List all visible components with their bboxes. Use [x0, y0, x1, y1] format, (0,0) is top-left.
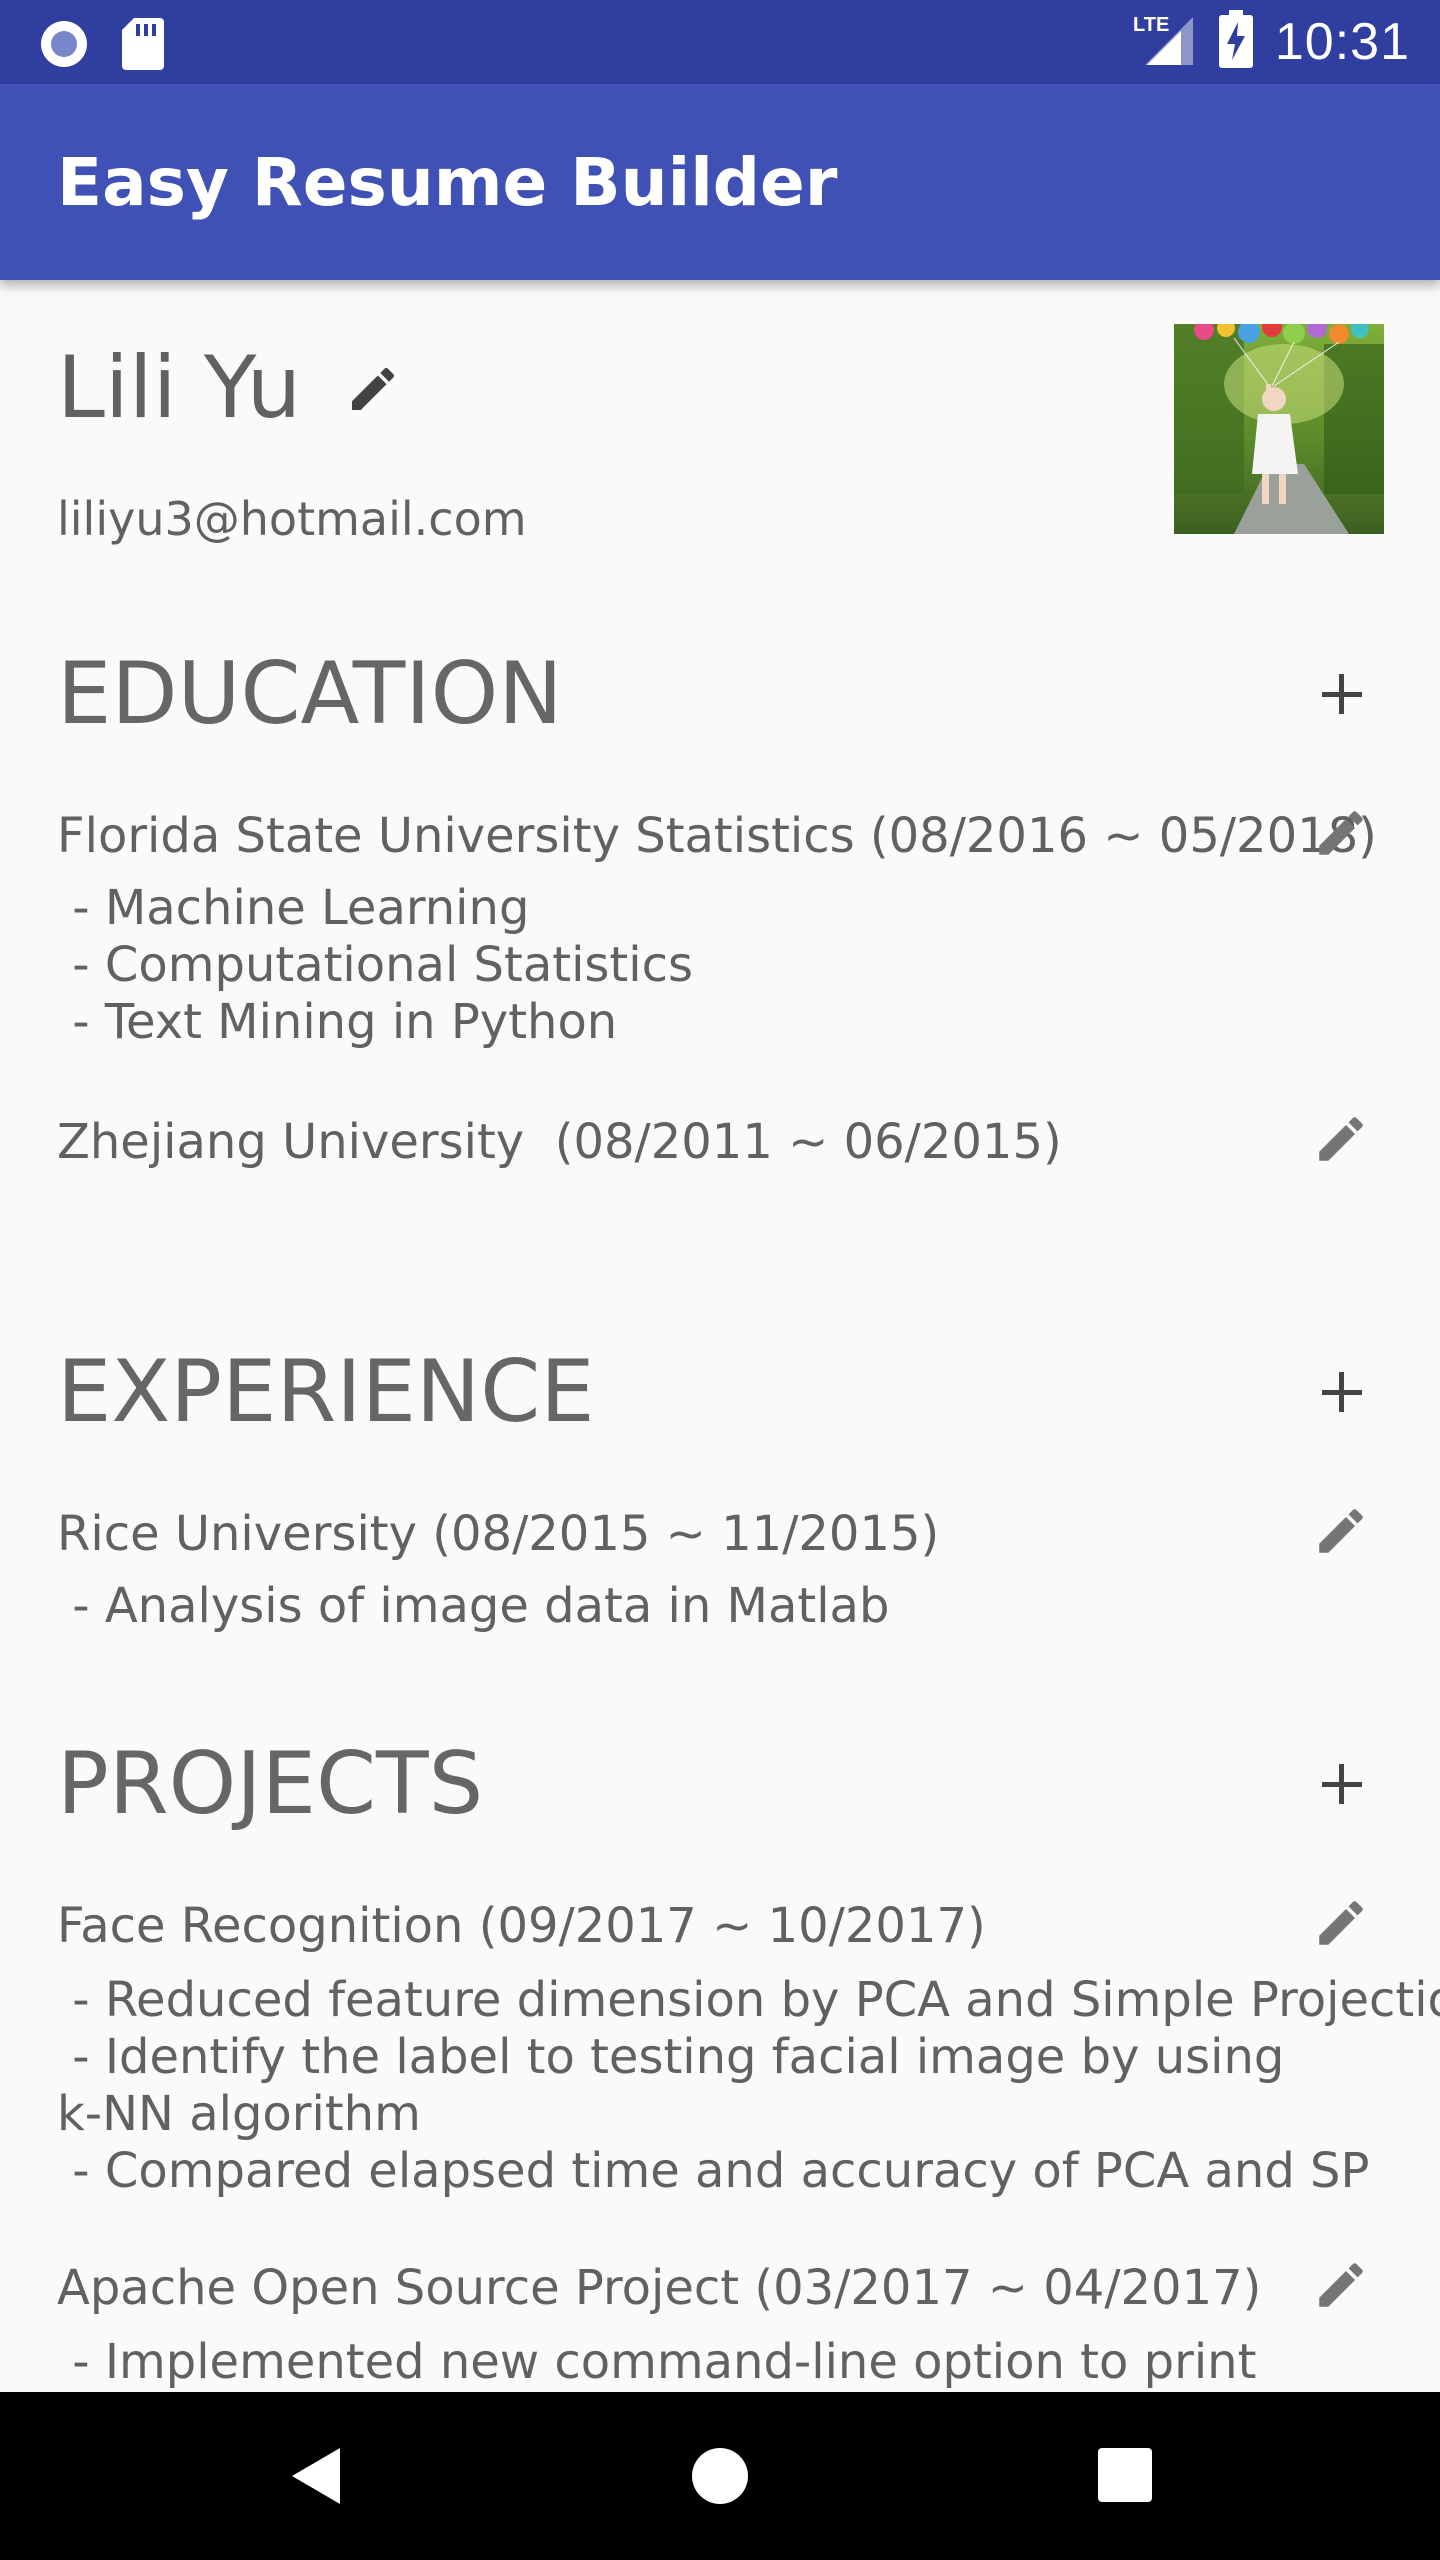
edit-name-icon[interactable] — [345, 361, 401, 422]
project-entry-description: - Reduced feature dimension by PCA and S… — [57, 1972, 1440, 2199]
education-section-title: EDUCATION — [57, 644, 563, 744]
status-bar: LTE 10:31 — [0, 0, 1440, 84]
app-title: Easy Resume Builder — [57, 144, 838, 221]
add-project-button[interactable] — [1310, 1752, 1374, 1816]
battery-charging-icon — [1218, 10, 1253, 73]
project-entry-description: - Implemented new command-line option to… — [57, 2334, 1257, 2390]
network-label: LTE — [1133, 14, 1169, 36]
project-entry-title: Face Recognition (09/2017 ~ 10/2017) — [57, 1898, 986, 1954]
add-education-button[interactable] — [1310, 662, 1374, 726]
edit-experience-icon[interactable] — [1312, 1502, 1370, 1560]
projects-section-title: PROJECTS — [57, 1734, 484, 1834]
add-experience-button[interactable] — [1310, 1360, 1374, 1424]
profile-email: liliyu3@hotmail.com — [57, 492, 527, 546]
profile-photo[interactable] — [1174, 324, 1384, 534]
profile-name-row: Lili Yu — [57, 338, 401, 438]
experience-entry-description: - Analysis of image data in Matlab — [57, 1578, 890, 1634]
experience-entry-title: Rice University (08/2015 ~ 11/2015) — [57, 1506, 940, 1562]
back-icon[interactable] — [288, 2444, 344, 2513]
sd-card-icon — [122, 18, 164, 75]
profile-name: Lili Yu — [57, 338, 302, 438]
edit-education-icon[interactable] — [1312, 804, 1370, 862]
education-entry-title: Zhejiang University (08/2011 ~ 06/2015) — [57, 1114, 1062, 1170]
edit-project-icon[interactable] — [1312, 2256, 1370, 2314]
education-entry-description: - Machine Learning - Computational Stati… — [72, 880, 693, 1050]
circle-notification-icon — [38, 18, 90, 75]
navigation-bar — [0, 2392, 1440, 2560]
resume-content[interactable]: Lili Yu liliyu3@hotmail.com EDUCATION Fl… — [0, 280, 1440, 2392]
lte-signal-icon: LTE — [1133, 11, 1197, 72]
app-bar: Easy Resume Builder — [0, 84, 1440, 280]
status-time: 10:31 — [1274, 12, 1410, 71]
experience-section-title: EXPERIENCE — [57, 1342, 595, 1442]
project-entry-title: Apache Open Source Project (03/2017 ~ 04… — [57, 2260, 1262, 2316]
recents-icon[interactable] — [1098, 2448, 1152, 2502]
edit-education-icon[interactable] — [1312, 1110, 1370, 1168]
home-icon[interactable] — [692, 2448, 748, 2504]
edit-project-icon[interactable] — [1312, 1894, 1370, 1952]
education-entry-title: Florida State University Statistics (08/… — [57, 808, 1377, 864]
